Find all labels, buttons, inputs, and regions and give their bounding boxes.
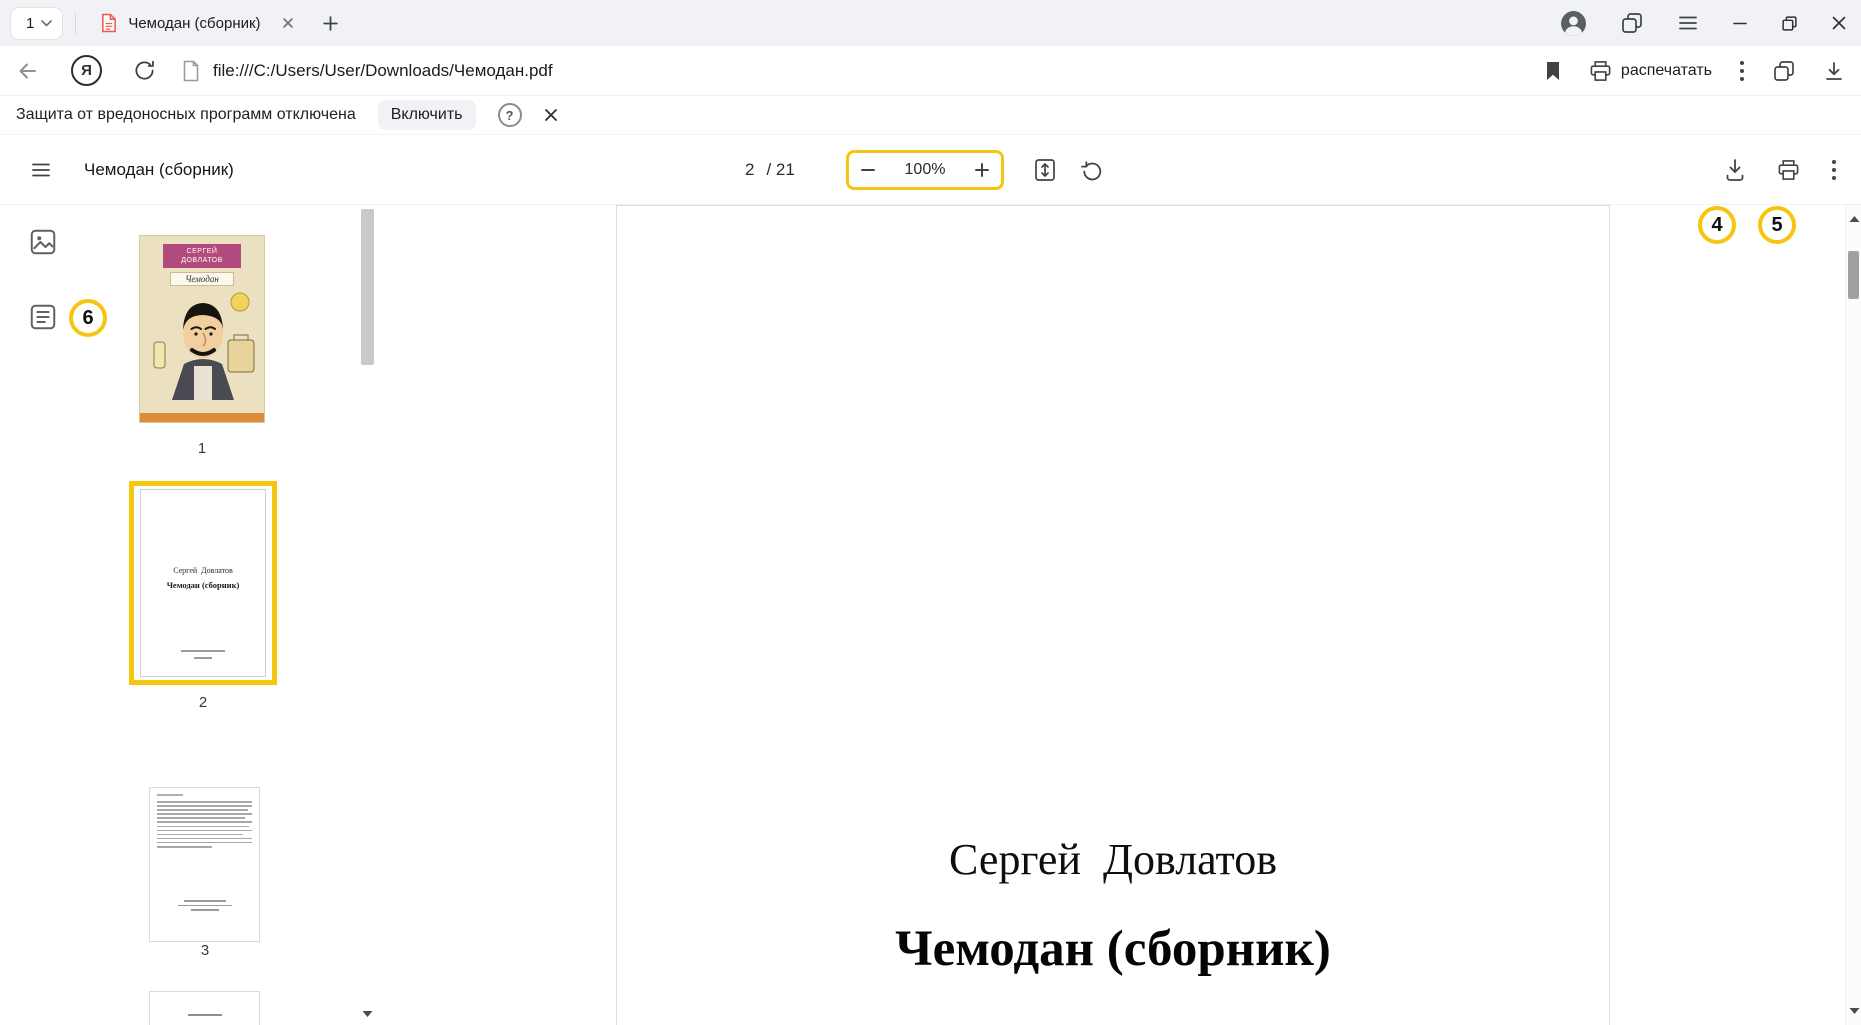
download-pdf-icon[interactable] [1724,158,1746,182]
bookmark-icon[interactable] [1544,60,1562,82]
thumbnail-label-3: 3 [140,942,270,959]
total-pages: / 21 [766,160,794,180]
thumbnail-page-3[interactable] [149,787,260,942]
print-label: распечатать [1621,62,1712,80]
tab-counter-value: 1 [26,15,34,32]
thumbnail-page-2-content: Сергей Довлатов Чемодан (сборник) [140,489,266,677]
pdf-toolbar-right [1724,135,1837,205]
tab-close-icon[interactable] [282,17,294,29]
profile-avatar[interactable] [1560,10,1587,37]
sidebar-scroll-down-icon[interactable] [361,1005,374,1023]
sidebar-toggle-icon[interactable] [30,159,52,181]
downloads-icon[interactable] [1823,60,1845,82]
cover-author-line1: СЕРГЕЙ [163,247,241,256]
zoom-controls-highlight: 100% [846,150,1004,190]
pdf-toolbar: Чемодан (сборник) 2 / 21 100% [0,135,1861,205]
pdf-more-options-icon[interactable] [1831,159,1837,181]
pdf-content-area: СЕРГЕЙ ДОВЛАТОВ Чемодан 1 [0,205,1861,1025]
zoom-out-icon[interactable] [859,161,877,179]
security-message: Защита от вредоносных программ отключена [16,106,356,124]
cover-bottom-strip [140,413,264,422]
thumbnail-label-2: 2 [138,694,268,711]
zoom-in-icon[interactable] [973,161,991,179]
zoom-level: 100% [905,161,946,179]
print-pdf-icon[interactable] [1777,159,1800,181]
sidebar-scrollbar[interactable] [361,207,374,1019]
enable-protection-button[interactable]: Включить [378,100,476,130]
thumb3-imprint-lines [150,900,259,914]
tab-separator [75,12,76,34]
document-title-text: Чемодан (сборник) [617,920,1609,978]
main-scrollbar[interactable] [1845,205,1861,1025]
current-page[interactable]: 2 [745,160,754,180]
refresh-icon[interactable] [133,59,156,82]
annotation-circle-6: 6 [69,299,107,337]
split-view-icon[interactable] [1772,59,1796,83]
security-notification-bar: Защита от вредоносных программ отключена… [0,95,1861,135]
yandex-logo-letter: Я [81,62,92,79]
chevron-down-icon [41,20,52,27]
thumbnail-page-4-partial[interactable] [149,991,260,1025]
thumbnail-page-2-selected[interactable]: Сергей Довлатов Чемодан (сборник) [129,481,277,685]
tab-title: Чемодан (сборник) [128,15,260,32]
page-file-icon [182,60,200,82]
dismiss-notification-icon[interactable] [544,108,558,122]
document-author: Сергей Довлатов [617,834,1609,885]
page-indicator[interactable]: 2 / 21 [745,135,795,205]
tab-counter-button[interactable]: 1 [10,7,63,40]
document-title: Чемодан (сборник) [84,135,234,205]
more-options-icon[interactable] [1739,60,1745,82]
thumbnail-label-1: 1 [137,440,267,457]
thumb2-title: Чемодан (сборник) [141,580,265,590]
browser-menu-icon[interactable] [1677,12,1699,34]
thumb2-publisher-line [181,650,225,652]
printer-icon [1589,60,1612,82]
address-bar-actions: распечатать [1544,59,1845,83]
url-text: file:///C:/Users/User/Downloads/Чемодан.… [213,61,553,81]
scroll-down-icon[interactable] [1846,1002,1861,1020]
thumbnail-page-1[interactable]: СЕРГЕЙ ДОВЛАТОВ Чемодан [139,235,265,423]
document-page: Сергей Довлатов Чемодан (сборник) [616,205,1610,1025]
window-minimize-button[interactable] [1732,15,1748,31]
tab-bar-right-controls [1560,10,1847,37]
thumb3-paragraph-lines [157,801,252,850]
annotation-circle-5: 5 [1758,206,1796,244]
annotation-circle-4: 4 [1698,206,1736,244]
url-field[interactable]: file:///C:/Users/User/Downloads/Чемодан.… [182,60,1544,82]
thumb4-heading-line [188,1014,222,1016]
window-restore-button[interactable] [1781,15,1798,32]
cover-caricature-art [140,288,265,400]
help-glyph: ? [506,108,514,123]
thumb3-header-line [157,794,183,796]
sidebar-scrollbar-thumb[interactable] [361,209,374,365]
cover-title: Чемодан [170,272,234,286]
address-bar: Я file:///C:/Users/User/Downloads/Чемода… [0,46,1861,95]
thumbnails-view-icon[interactable] [28,227,58,257]
outline-view-icon[interactable] [28,302,58,332]
help-icon[interactable]: ? [498,103,522,127]
window-close-button[interactable] [1831,15,1847,31]
thumb2-year-line [194,657,212,659]
main-scrollbar-thumb[interactable] [1848,251,1859,299]
tab-active[interactable]: Чемодан (сборник) [88,4,305,42]
cover-author-box: СЕРГЕЙ ДОВЛАТОВ [163,244,241,268]
thumb2-author: Сергей Довлатов [141,566,265,575]
scroll-up-icon[interactable] [1846,210,1861,228]
fit-to-page-icon[interactable] [1032,157,1058,183]
back-icon[interactable] [16,59,40,83]
print-page-button[interactable]: распечатать [1589,60,1712,82]
yandex-logo-button[interactable]: Я [71,55,102,86]
tab-bar: 1 Чемодан (сборник) [0,0,1861,46]
new-tab-button[interactable] [322,15,339,32]
pdf-file-icon [100,13,117,33]
navigation-controls: Я [16,55,156,86]
cover-author-line2: ДОВЛАТОВ [163,256,241,265]
tab-groups-icon[interactable] [1620,11,1644,35]
browser-window: 1 Чемодан (сборник) [0,0,1861,1025]
rotate-icon[interactable] [1080,159,1104,183]
